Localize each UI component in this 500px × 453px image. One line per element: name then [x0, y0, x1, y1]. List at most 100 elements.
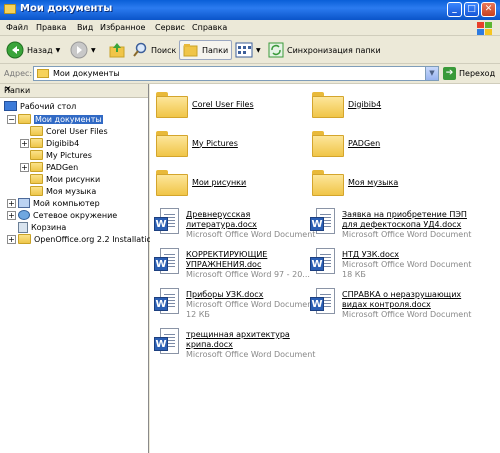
search-icon: [133, 42, 147, 57]
folders-pane: Папки ✕ Рабочий стол − Мои документы Cor…: [0, 84, 164, 453]
menu-bar: Файл Правка Вид Избранное Сервис Справка: [0, 20, 500, 36]
folder-item[interactable]: Corel User Files: [156, 92, 254, 118]
up-folder-icon: [109, 43, 125, 58]
folders-pane-header: Папки ✕: [0, 84, 148, 98]
address-value: Мои документы: [53, 69, 120, 78]
folders-label: Папки: [202, 45, 229, 55]
chevron-down-icon[interactable]: ▼: [56, 47, 61, 54]
folder-icon: [30, 138, 43, 148]
sync-label: Синхронизация папки: [287, 45, 381, 55]
address-dropdown-button[interactable]: ▼: [425, 67, 438, 80]
tree-item-desktop[interactable]: Рабочий стол: [4, 100, 76, 112]
folder-item[interactable]: PADGen: [312, 131, 380, 157]
up-folder-button[interactable]: [108, 40, 126, 60]
menu-help[interactable]: Справка: [192, 23, 227, 32]
desktop-icon: [4, 101, 17, 111]
address-label: Адрес:: [4, 69, 33, 78]
search-label: Поиск: [151, 45, 177, 55]
folder-icon: [4, 4, 16, 14]
folder-icon: [37, 69, 49, 78]
views-icon: [235, 42, 253, 58]
menu-favorites[interactable]: Избранное: [100, 23, 145, 32]
search-button[interactable]: Поиск: [132, 40, 176, 60]
network-icon: [18, 210, 30, 220]
tree-item-my-computer[interactable]: Мой компьютер: [18, 197, 100, 209]
file-item[interactable]: W Заявка на приобретение ПЭП для дефекто…: [310, 208, 471, 240]
sync-folder-button[interactable]: Синхронизация папки: [268, 40, 381, 60]
file-item[interactable]: W Приборы УЗК.docx Microsoft Office Word…: [154, 288, 315, 320]
pictures-folder-icon: [156, 170, 188, 196]
folder-item[interactable]: Моя музыка: [312, 170, 398, 196]
views-button[interactable]: ▼: [235, 40, 261, 60]
go-button[interactable]: ➔ Переход: [443, 67, 495, 80]
back-arrow-icon: [6, 41, 24, 59]
expand-icon[interactable]: +: [7, 199, 16, 208]
tree-item-recycle-bin[interactable]: Корзина: [18, 221, 66, 233]
toolbar: Назад ▼ ▼ Поиск Папки ▼ Синхронизация па…: [0, 36, 500, 64]
file-item[interactable]: W СПРАВКА о неразрушающих видах контроля…: [310, 288, 471, 320]
title-bar: Мои документы _ □ ✕: [0, 0, 500, 20]
file-list-pane: Corel User Files Digibib4 My Pictures PA…: [150, 84, 500, 453]
close-button[interactable]: ✕: [481, 2, 496, 17]
tree-item-digibib4[interactable]: Digibib4: [30, 137, 79, 149]
forward-arrow-icon: [70, 41, 88, 59]
menu-tools[interactable]: Сервис: [155, 23, 185, 32]
folder-icon: [156, 131, 188, 157]
file-item[interactable]: W НТД УЗК.docx Microsoft Office Word Doc…: [310, 248, 471, 280]
folder-item[interactable]: Digibib4: [312, 92, 381, 118]
word-document-icon: W: [310, 288, 336, 318]
folder-icon: [30, 150, 43, 160]
folder-icon: [312, 131, 344, 157]
folder-icon: [312, 92, 344, 118]
window-title: Мои документы: [20, 3, 113, 14]
tree-item-openoffice[interactable]: OpenOffice.org 2.2 Installation F: [18, 233, 164, 245]
file-item[interactable]: W трещинная архитектура крипа.docx Micro…: [154, 328, 315, 360]
expand-icon[interactable]: +: [7, 235, 16, 244]
tree-item-padgen[interactable]: PADGen: [30, 161, 78, 173]
sync-icon: [268, 42, 284, 58]
expand-icon[interactable]: +: [20, 163, 29, 172]
music-folder-icon: [30, 186, 43, 196]
file-item[interactable]: W КОРРЕКТИРУЮЩИЕ УПРАЖНЕНИЯ.doc Microsof…: [154, 248, 310, 280]
chevron-down-icon[interactable]: ▼: [256, 47, 261, 54]
chevron-down-icon[interactable]: ▼: [91, 47, 96, 54]
music-folder-icon: [312, 170, 344, 196]
windows-logo-icon: [477, 22, 492, 35]
tree-item-my-music[interactable]: Моя музыка: [30, 185, 96, 197]
menu-file[interactable]: Файл: [6, 23, 28, 32]
folder-item[interactable]: Мои рисунки: [156, 170, 246, 196]
tree-item-my-drawings[interactable]: Мои рисунки: [30, 173, 100, 185]
word-document-icon: W: [310, 208, 336, 238]
go-arrow-icon: ➔: [443, 67, 456, 80]
maximize-button[interactable]: □: [464, 2, 479, 17]
menu-view[interactable]: Вид: [77, 23, 93, 32]
minimize-button[interactable]: _: [447, 2, 462, 17]
word-document-icon: W: [154, 208, 180, 238]
folder-item[interactable]: My Pictures: [156, 131, 238, 157]
menu-edit[interactable]: Правка: [36, 23, 66, 32]
back-button[interactable]: Назад ▼: [6, 40, 60, 60]
my-documents-icon: [18, 114, 31, 124]
tree-item-my-documents[interactable]: Мои документы: [18, 113, 103, 125]
forward-button[interactable]: ▼: [70, 40, 96, 60]
expand-icon[interactable]: +: [7, 211, 16, 220]
word-document-icon: W: [154, 328, 180, 358]
folder-icon: [30, 126, 43, 136]
tree-item-network[interactable]: Сетевое окружение: [18, 209, 117, 221]
word-97-document-icon: W: [154, 248, 180, 278]
collapse-icon[interactable]: −: [7, 115, 16, 124]
recycle-bin-icon: [18, 221, 28, 233]
expand-icon[interactable]: +: [20, 139, 29, 148]
folder-icon: [18, 234, 31, 244]
folders-icon: [183, 44, 198, 57]
folders-button[interactable]: Папки: [179, 40, 233, 60]
word-document-icon: W: [310, 248, 336, 278]
tree-item-my-pictures[interactable]: My Pictures: [30, 149, 92, 161]
close-pane-icon[interactable]: ✕: [4, 85, 144, 95]
file-item[interactable]: W Древнерусская литература.docx Microsof…: [154, 208, 315, 240]
pictures-folder-icon: [30, 174, 43, 184]
tree-item-corel[interactable]: Corel User Files: [30, 125, 108, 137]
folder-icon: [30, 162, 43, 172]
address-input[interactable]: Мои документы ▼: [33, 66, 439, 81]
computer-icon: [18, 198, 30, 208]
